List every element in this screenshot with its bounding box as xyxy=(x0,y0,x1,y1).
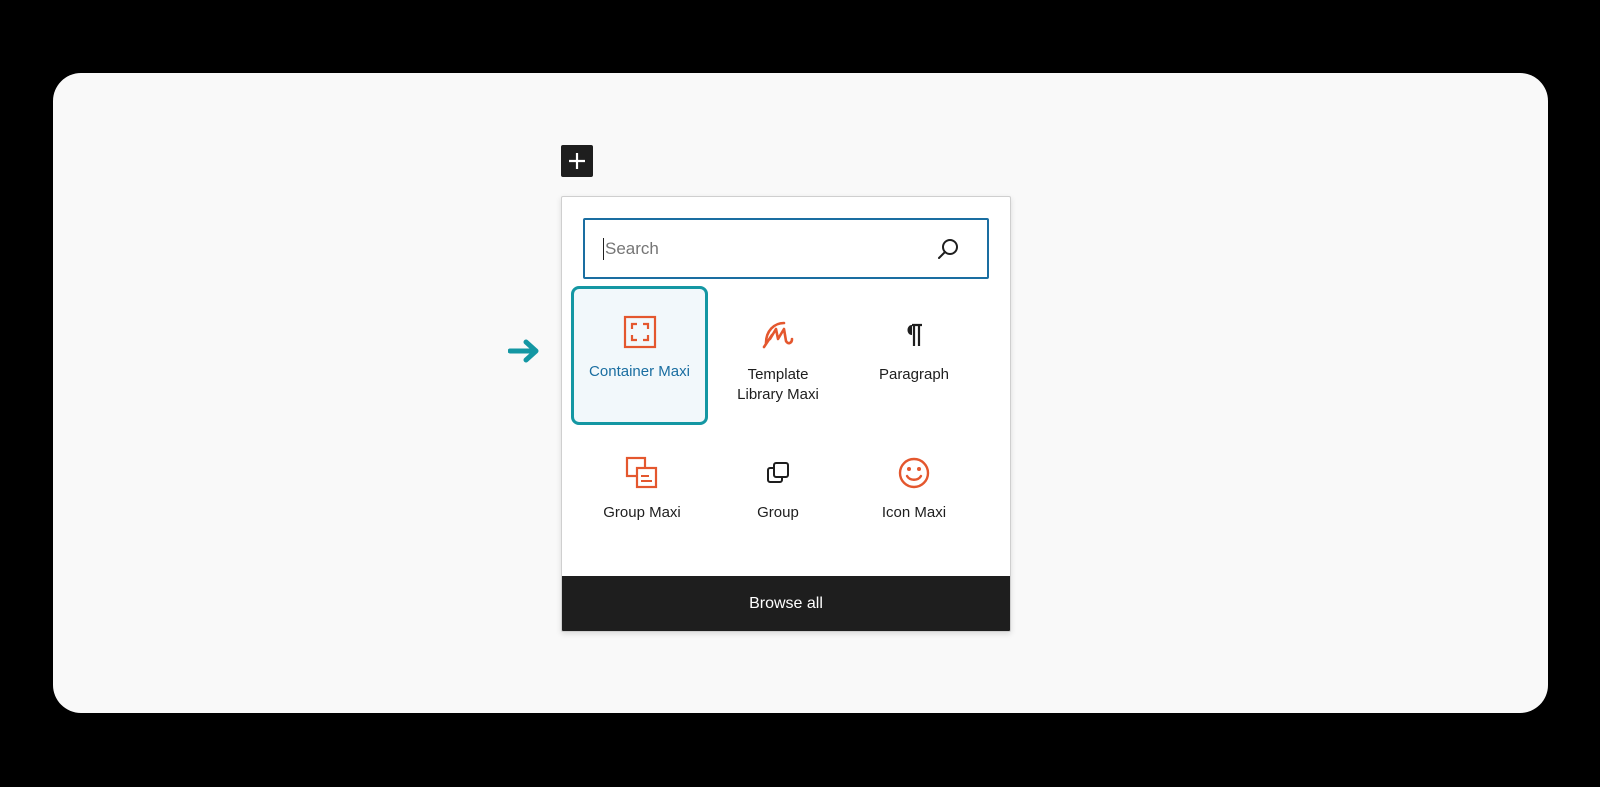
block-label: Group xyxy=(757,504,799,521)
block-label: Template Library Maxi xyxy=(737,366,819,403)
search-box xyxy=(583,218,989,279)
arrow-right-icon xyxy=(508,339,539,363)
block-label: Icon Maxi xyxy=(881,504,947,521)
block-item-container-maxi[interactable]: Container Maxi xyxy=(571,286,708,425)
search-input[interactable] xyxy=(603,238,925,260)
paragraph-icon xyxy=(896,317,932,353)
template-library-maxi-icon xyxy=(760,317,796,353)
block-item-paragraph[interactable]: Paragraph xyxy=(846,289,982,427)
block-label: Paragraph xyxy=(878,366,950,383)
add-block-button[interactable] xyxy=(561,145,593,177)
block-label: Container Maxi xyxy=(589,363,690,380)
block-label: Group Maxi xyxy=(603,504,681,521)
browse-all-button[interactable]: Browse all xyxy=(562,576,1010,631)
plus-icon xyxy=(569,153,585,169)
search-icon xyxy=(938,239,958,259)
block-inserter-popover: Container Maxi Template Library Maxi Par… xyxy=(561,196,1011,632)
icon-maxi-icon xyxy=(896,455,932,491)
group-maxi-icon xyxy=(624,455,660,491)
group-icon xyxy=(760,455,796,491)
block-item-group[interactable]: Group xyxy=(710,427,846,565)
container-maxi-icon xyxy=(622,314,658,350)
block-grid: Container Maxi Template Library Maxi Par… xyxy=(571,286,982,565)
block-item-template-library-maxi[interactable]: Template Library Maxi xyxy=(710,289,846,427)
block-item-group-maxi[interactable]: Group Maxi xyxy=(574,427,710,565)
block-item-icon-maxi[interactable]: Icon Maxi xyxy=(846,427,982,565)
